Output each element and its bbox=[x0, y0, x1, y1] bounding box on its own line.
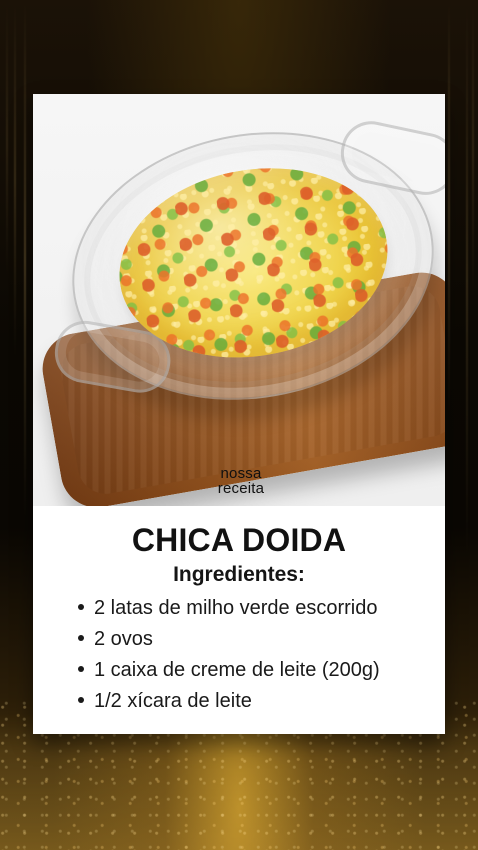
brand-logo-line-1: nossa bbox=[220, 465, 262, 482]
ingredient-text: 2 ovos bbox=[94, 628, 153, 650]
brand-logo-line-2: receita bbox=[217, 480, 265, 497]
ingredient-item: 1 caixa de creme de leite (200g) bbox=[78, 655, 428, 686]
bullet-icon bbox=[78, 666, 84, 672]
ingredient-item: 2 latas de milho verde escorrido bbox=[78, 593, 428, 624]
corn-casserole bbox=[104, 147, 403, 378]
bullet-icon bbox=[78, 604, 84, 610]
ingredient-text: 1/2 xícara de leite bbox=[94, 690, 252, 712]
brand-logo: nossa receita bbox=[193, 466, 289, 496]
recipe-card: nossa receita CHICA DOIDA Ingredientes: … bbox=[33, 94, 445, 734]
bullet-icon bbox=[78, 635, 84, 641]
light-beam bbox=[6, 0, 8, 280]
light-beam bbox=[472, 0, 474, 300]
light-beam bbox=[14, 0, 16, 360]
light-beam bbox=[24, 0, 26, 520]
ingredient-text: 2 latas de milho verde escorrido bbox=[94, 597, 378, 619]
ingredients-list: 2 latas de milho verde escorrido 2 ovos … bbox=[78, 593, 428, 717]
ingredient-item: 1/2 xícara de leite bbox=[78, 686, 428, 717]
ingredients-heading: Ingredientes: bbox=[173, 563, 305, 586]
light-beam bbox=[466, 0, 468, 560]
bullet-icon bbox=[78, 697, 84, 703]
recipe-text: CHICA DOIDA Ingredientes: 2 latas de mil… bbox=[33, 506, 445, 734]
light-beam bbox=[448, 0, 450, 420]
ingredient-text: 1 caixa de creme de leite (200g) bbox=[94, 659, 380, 681]
recipe-title: CHICA DOIDA bbox=[131, 522, 347, 558]
recipe-photo: nossa receita bbox=[33, 94, 445, 506]
ingredient-item: 2 ovos bbox=[78, 624, 428, 655]
